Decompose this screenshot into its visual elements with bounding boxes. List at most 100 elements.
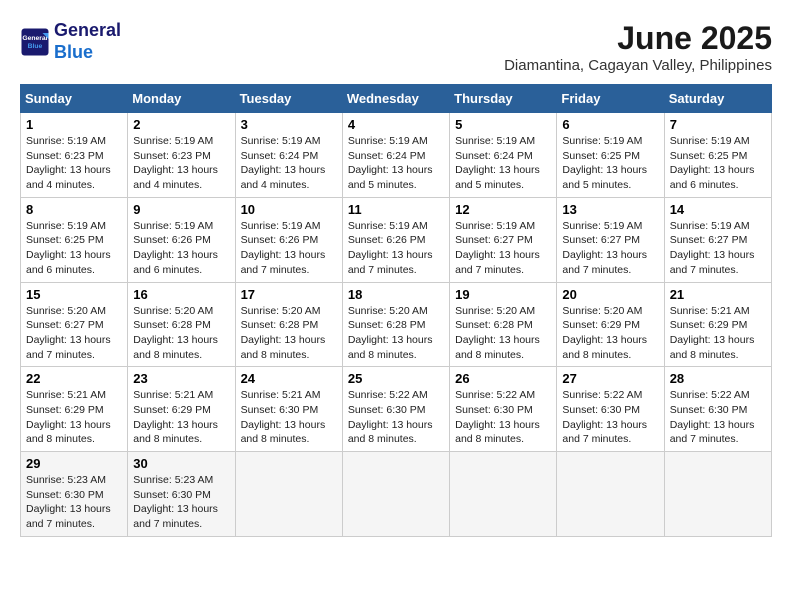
- col-header-friday: Friday: [557, 85, 664, 113]
- calendar-cell: 15 Sunrise: 5:20 AMSunset: 6:27 PMDayligh…: [21, 282, 128, 367]
- calendar-cell: 17 Sunrise: 5:20 AMSunset: 6:28 PMDayligh…: [235, 282, 342, 367]
- calendar-cell: 3 Sunrise: 5:19 AMSunset: 6:24 PMDaylight…: [235, 113, 342, 198]
- day-info: Sunrise: 5:20 AMSunset: 6:28 PMDaylight:…: [241, 304, 337, 363]
- calendar-cell: 26 Sunrise: 5:22 AMSunset: 6:30 PMDayligh…: [450, 367, 557, 452]
- calendar-cell: 4 Sunrise: 5:19 AMSunset: 6:24 PMDaylight…: [342, 113, 449, 198]
- calendar-cell: [235, 452, 342, 537]
- calendar-header-row: SundayMondayTuesdayWednesdayThursdayFrid…: [21, 85, 772, 113]
- day-info: Sunrise: 5:23 AMSunset: 6:30 PMDaylight:…: [26, 473, 122, 532]
- day-number: 11: [348, 202, 444, 217]
- day-info: Sunrise: 5:19 AMSunset: 6:26 PMDaylight:…: [133, 219, 229, 278]
- day-number: 17: [241, 287, 337, 302]
- day-info: Sunrise: 5:22 AMSunset: 6:30 PMDaylight:…: [348, 388, 444, 447]
- calendar-subtitle: Diamantina, Cagayan Valley, Philippines: [504, 57, 772, 74]
- calendar-cell: 16 Sunrise: 5:20 AMSunset: 6:28 PMDayligh…: [128, 282, 235, 367]
- calendar-cell: 21 Sunrise: 5:21 AMSunset: 6:29 PMDayligh…: [664, 282, 771, 367]
- calendar-cell: [342, 452, 449, 537]
- day-number: 4: [348, 117, 444, 132]
- day-info: Sunrise: 5:19 AMSunset: 6:26 PMDaylight:…: [241, 219, 337, 278]
- logo: General Blue General Blue: [20, 20, 121, 63]
- calendar-cell: 11 Sunrise: 5:19 AMSunset: 6:26 PMDayligh…: [342, 197, 449, 282]
- col-header-monday: Monday: [128, 85, 235, 113]
- day-number: 14: [670, 202, 766, 217]
- day-info: Sunrise: 5:19 AMSunset: 6:27 PMDaylight:…: [670, 219, 766, 278]
- day-number: 3: [241, 117, 337, 132]
- week-row-1: 1 Sunrise: 5:19 AMSunset: 6:23 PMDaylight…: [21, 113, 772, 198]
- calendar-cell: 23 Sunrise: 5:21 AMSunset: 6:29 PMDayligh…: [128, 367, 235, 452]
- day-number: 16: [133, 287, 229, 302]
- day-info: Sunrise: 5:22 AMSunset: 6:30 PMDaylight:…: [562, 388, 658, 447]
- col-header-saturday: Saturday: [664, 85, 771, 113]
- day-info: Sunrise: 5:20 AMSunset: 6:28 PMDaylight:…: [348, 304, 444, 363]
- day-info: Sunrise: 5:19 AMSunset: 6:25 PMDaylight:…: [670, 134, 766, 193]
- calendar-cell: 29 Sunrise: 5:23 AMSunset: 6:30 PMDayligh…: [21, 452, 128, 537]
- calendar-cell: 28 Sunrise: 5:22 AMSunset: 6:30 PMDayligh…: [664, 367, 771, 452]
- day-number: 7: [670, 117, 766, 132]
- svg-text:General: General: [22, 34, 47, 41]
- day-number: 6: [562, 117, 658, 132]
- day-info: Sunrise: 5:22 AMSunset: 6:30 PMDaylight:…: [455, 388, 551, 447]
- calendar-cell: 14 Sunrise: 5:19 AMSunset: 6:27 PMDayligh…: [664, 197, 771, 282]
- calendar-cell: 13Sunrise: 5:19 AMSunset: 6:27 PMDayligh…: [557, 197, 664, 282]
- day-info: Sunrise: 5:19 AMSunset: 6:24 PMDaylight:…: [455, 134, 551, 193]
- day-info: Sunrise: 5:19 AMSunset: 6:25 PMDaylight:…: [562, 134, 658, 193]
- day-number: 1: [26, 117, 122, 132]
- day-number: 26: [455, 371, 551, 386]
- day-info: Sunrise: 5:20 AMSunset: 6:29 PMDaylight:…: [562, 304, 658, 363]
- calendar-cell: 12 Sunrise: 5:19 AMSunset: 6:27 PMDayligh…: [450, 197, 557, 282]
- calendar-cell: 19Sunrise: 5:20 AMSunset: 6:28 PMDayligh…: [450, 282, 557, 367]
- day-info: Sunrise: 5:20 AMSunset: 6:27 PMDaylight:…: [26, 304, 122, 363]
- day-info: Sunrise: 5:22 AMSunset: 6:30 PMDaylight:…: [670, 388, 766, 447]
- day-number: 25: [348, 371, 444, 386]
- day-number: 21: [670, 287, 766, 302]
- svg-text:Blue: Blue: [28, 43, 43, 50]
- day-info: Sunrise: 5:19 AMSunset: 6:27 PMDaylight:…: [562, 219, 658, 278]
- day-number: 8: [26, 202, 122, 217]
- day-number: 12: [455, 202, 551, 217]
- calendar-cell: 22 Sunrise: 5:21 AMSunset: 6:29 PMDayligh…: [21, 367, 128, 452]
- day-number: 20: [562, 287, 658, 302]
- day-number: 27: [562, 371, 658, 386]
- day-info: Sunrise: 5:19 AMSunset: 6:26 PMDaylight:…: [348, 219, 444, 278]
- day-number: 2: [133, 117, 229, 132]
- day-info: Sunrise: 5:19 AMSunset: 6:23 PMDaylight:…: [26, 134, 122, 193]
- week-row-4: 22 Sunrise: 5:21 AMSunset: 6:29 PMDayligh…: [21, 367, 772, 452]
- logo-text-blue: Blue: [54, 42, 121, 64]
- day-number: 29: [26, 456, 122, 471]
- calendar-cell: 27 Sunrise: 5:22 AMSunset: 6:30 PMDayligh…: [557, 367, 664, 452]
- calendar-cell: 30Sunrise: 5:23 AMSunset: 6:30 PMDayligh…: [128, 452, 235, 537]
- day-number: 9: [133, 202, 229, 217]
- day-number: 28: [670, 371, 766, 386]
- day-number: 19: [455, 287, 551, 302]
- day-info: Sunrise: 5:19 AMSunset: 6:24 PMDaylight:…: [348, 134, 444, 193]
- calendar-cell: [450, 452, 557, 537]
- calendar-cell: 25 Sunrise: 5:22 AMSunset: 6:30 PMDayligh…: [342, 367, 449, 452]
- calendar-cell: 7 Sunrise: 5:19 AMSunset: 6:25 PMDaylight…: [664, 113, 771, 198]
- col-header-wednesday: Wednesday: [342, 85, 449, 113]
- day-number: 24: [241, 371, 337, 386]
- logo-text-general: General: [54, 20, 121, 42]
- day-number: 15: [26, 287, 122, 302]
- logo-icon: General Blue: [20, 27, 50, 57]
- header: General Blue General Blue June 2025 Diam…: [20, 20, 772, 74]
- day-number: 23: [133, 371, 229, 386]
- day-info: Sunrise: 5:21 AMSunset: 6:29 PMDaylight:…: [133, 388, 229, 447]
- day-info: Sunrise: 5:21 AMSunset: 6:29 PMDaylight:…: [26, 388, 122, 447]
- calendar-cell: 1 Sunrise: 5:19 AMSunset: 6:23 PMDaylight…: [21, 113, 128, 198]
- calendar-cell: 9 Sunrise: 5:19 AMSunset: 6:26 PMDaylight…: [128, 197, 235, 282]
- day-info: Sunrise: 5:19 AMSunset: 6:25 PMDaylight:…: [26, 219, 122, 278]
- calendar-cell: 18Sunrise: 5:20 AMSunset: 6:28 PMDayligh…: [342, 282, 449, 367]
- day-info: Sunrise: 5:21 AMSunset: 6:29 PMDaylight:…: [670, 304, 766, 363]
- day-number: 22: [26, 371, 122, 386]
- day-info: Sunrise: 5:19 AMSunset: 6:24 PMDaylight:…: [241, 134, 337, 193]
- week-row-3: 15 Sunrise: 5:20 AMSunset: 6:27 PMDayligh…: [21, 282, 772, 367]
- calendar-cell: 20 Sunrise: 5:20 AMSunset: 6:29 PMDayligh…: [557, 282, 664, 367]
- calendar-cell: 8 Sunrise: 5:19 AMSunset: 6:25 PMDaylight…: [21, 197, 128, 282]
- calendar-cell: 24Sunrise: 5:21 AMSunset: 6:30 PMDayligh…: [235, 367, 342, 452]
- day-number: 5: [455, 117, 551, 132]
- calendar-cell: 5 Sunrise: 5:19 AMSunset: 6:24 PMDaylight…: [450, 113, 557, 198]
- day-info: Sunrise: 5:19 AMSunset: 6:23 PMDaylight:…: [133, 134, 229, 193]
- day-info: Sunrise: 5:20 AMSunset: 6:28 PMDaylight:…: [133, 304, 229, 363]
- week-row-5: 29 Sunrise: 5:23 AMSunset: 6:30 PMDayligh…: [21, 452, 772, 537]
- day-info: Sunrise: 5:19 AMSunset: 6:27 PMDaylight:…: [455, 219, 551, 278]
